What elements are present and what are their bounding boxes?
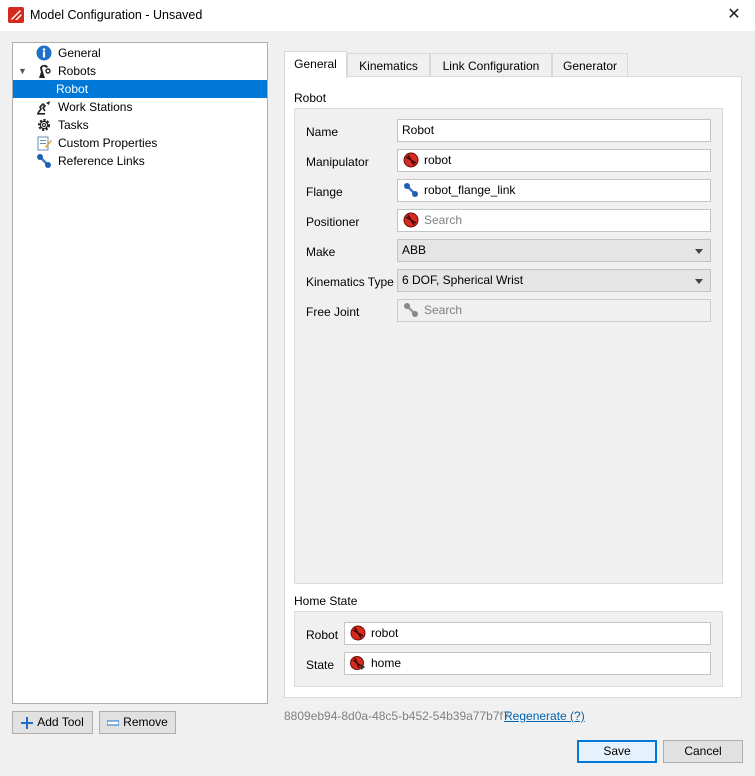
tree-item-label: Custom Properties: [58, 136, 158, 150]
positioner-placeholder: Search: [424, 213, 463, 227]
flange-field[interactable]: robot_flange_link: [397, 179, 711, 202]
tree-item-label: Work Stations: [58, 100, 133, 114]
tree-item-robot[interactable]: Robot: [13, 80, 267, 98]
home-state-group-title: Home State: [294, 594, 358, 608]
make-select[interactable]: ABB: [397, 239, 711, 262]
home-state-value: home: [371, 656, 402, 670]
plus-icon: [21, 716, 34, 729]
expand-arrow-icon[interactable]: ▼: [18, 62, 27, 80]
remove-label: Remove: [123, 715, 168, 729]
home-robot-value: robot: [371, 626, 399, 640]
cancel-button[interactable]: Cancel: [663, 740, 743, 763]
app-logo-icon: [8, 7, 24, 23]
name-input[interactable]: Robot: [397, 119, 711, 142]
tree-item-tasks[interactable]: Tasks: [13, 116, 267, 134]
tree-item-label: Robot: [56, 82, 89, 96]
free-joint-search-field: Search: [397, 299, 711, 322]
home-robot-label: Robot: [306, 628, 339, 642]
remove-button[interactable]: Remove: [99, 711, 176, 734]
home-state-label: State: [306, 658, 335, 672]
tree-item-custom-properties[interactable]: Custom Properties: [13, 134, 267, 152]
tab-link-configuration[interactable]: Link Configuration: [430, 53, 552, 78]
tree-item-work-stations[interactable]: Work Stations: [13, 98, 267, 116]
regenerate-link[interactable]: Regenerate (?): [504, 709, 585, 723]
manipulator-field[interactable]: robot: [397, 149, 711, 172]
add-tool-label: Add Tool: [37, 715, 84, 729]
manipulator-value: robot: [424, 153, 452, 167]
robot-arm-icon: [39, 64, 51, 78]
joint-icon: [404, 302, 418, 317]
close-icon[interactable]: ✕: [722, 4, 746, 26]
link-icon: [404, 182, 418, 197]
positioner-label: Positioner: [306, 215, 360, 229]
robot-group-icon: [350, 625, 366, 641]
home-state-field[interactable]: home: [344, 652, 711, 675]
tree-item-label: Robots: [58, 64, 97, 78]
tree-item-general[interactable]: General: [13, 44, 267, 62]
edit-properties-icon: [37, 136, 52, 151]
kinematics-type-select[interactable]: 6 DOF, Spherical Wrist: [397, 269, 711, 292]
minus-icon: [107, 720, 120, 726]
group-state-icon: [350, 655, 365, 670]
kinematics-type-value: 6 DOF, Spherical Wrist: [402, 273, 524, 287]
manipulator-label: Manipulator: [306, 155, 369, 169]
flange-value: robot_flange_link: [424, 183, 516, 197]
robot-group-title: Robot: [294, 91, 327, 105]
add-tool-button[interactable]: Add Tool: [12, 711, 93, 734]
free-joint-label: Free Joint: [306, 305, 360, 319]
chevron-down-icon: [695, 279, 703, 284]
name-value: Robot: [402, 123, 435, 137]
tab-general[interactable]: General: [284, 51, 347, 78]
flange-label: Flange: [306, 185, 343, 199]
tab-kinematics[interactable]: Kinematics: [347, 53, 430, 78]
window-title: Model Configuration - Unsaved: [30, 8, 203, 22]
save-button[interactable]: Save: [577, 740, 657, 763]
positioner-search-field[interactable]: Search: [397, 209, 711, 232]
uuid-text: 8809eb94-8d0a-48c5-b452-54b39a77b7f7: [284, 709, 510, 723]
positioner-group-icon: [403, 212, 419, 228]
tree-item-label: Tasks: [58, 118, 89, 132]
link-icon: [37, 154, 51, 168]
tree-item-robots[interactable]: ▼ Robots: [13, 62, 267, 80]
manipulator-group-icon: [403, 152, 419, 168]
workstation-icon: [37, 101, 50, 115]
tree-item-label: General: [58, 46, 101, 60]
info-icon: [36, 45, 52, 61]
make-label: Make: [306, 245, 336, 259]
config-tree[interactable]: General ▼ Robots Robot Work Stations Tas…: [12, 42, 268, 704]
tab-generator[interactable]: Generator: [552, 53, 628, 78]
chevron-down-icon: [695, 249, 703, 254]
home-robot-field[interactable]: robot: [344, 622, 711, 645]
kinematics-type-label: Kinematics Type: [306, 275, 394, 289]
name-label: Name: [306, 125, 339, 139]
tree-item-label: Reference Links: [58, 154, 145, 168]
free-joint-placeholder: Search: [424, 303, 463, 317]
make-value: ABB: [402, 243, 427, 257]
tree-item-reference-links[interactable]: Reference Links: [13, 152, 267, 170]
gear-icon: [38, 119, 50, 131]
